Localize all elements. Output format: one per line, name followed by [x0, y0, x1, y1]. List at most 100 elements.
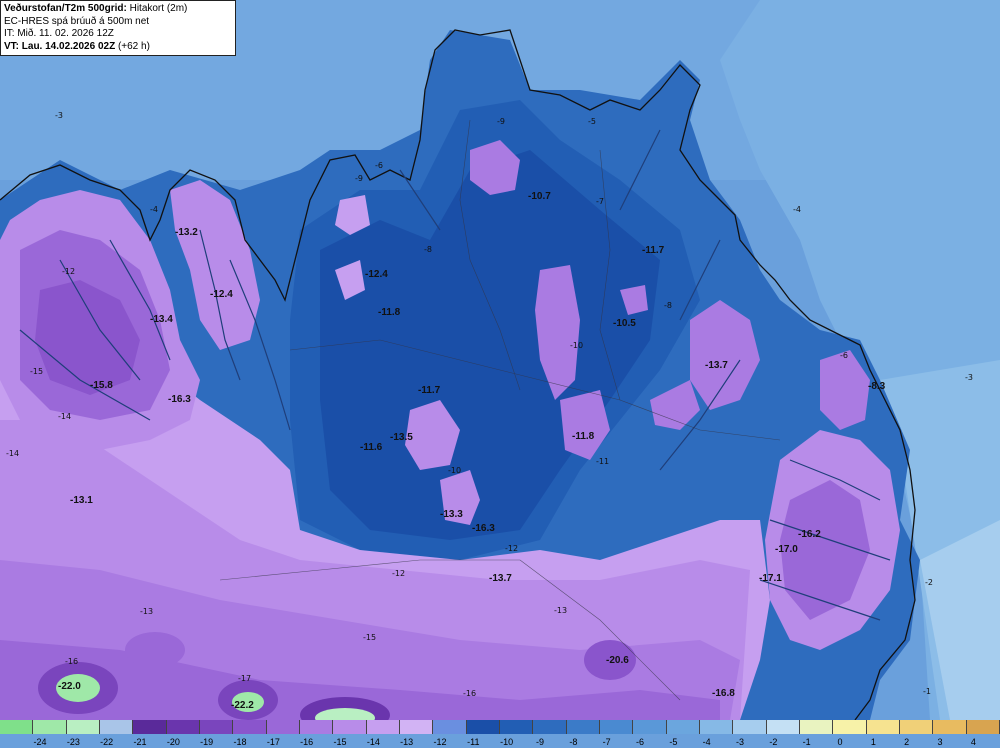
extreme-label: -13.5: [390, 432, 413, 443]
contour-label: -8: [424, 245, 432, 254]
extreme-label: -15.8: [90, 380, 113, 391]
legend-tick-label: -24: [33, 737, 47, 747]
contour-label: -10: [570, 341, 584, 350]
extreme-label: -11.8: [378, 307, 401, 318]
info-model: EC-HRES spá brúuð á 500m net: [4, 15, 150, 27]
contour-label: -12: [505, 544, 519, 553]
info-title: Veðurstofan/T2m 500grid: Hitakort (2m): [4, 3, 232, 16]
contour-label: -7: [596, 197, 604, 206]
extreme-label: -20.6: [606, 655, 629, 666]
legend-tick-label: -15: [333, 737, 347, 747]
color-legend: -24 -23 -22 -21 -20 -19 -18 -17 -16 -15 -14 -13 -12-…: [0, 720, 1000, 748]
legend-tick-label: -18: [233, 737, 247, 747]
contour-label: -13: [554, 606, 568, 615]
contour-label: -17: [238, 674, 252, 683]
legend-swatch: [700, 720, 734, 734]
contour-label: -5: [588, 117, 596, 126]
extreme-label: -16.3: [472, 523, 495, 534]
extreme-label: -13.2: [175, 227, 198, 238]
legend-swatch: [133, 720, 167, 734]
info-init-time: IT: Mið. 11. 02. 2026 12Z: [4, 28, 114, 39]
contour-label: -2: [925, 578, 933, 587]
info-title-rest: Hitakort (2m): [126, 3, 188, 14]
legend-swatch: [333, 720, 367, 734]
extreme-label: -11.8: [572, 431, 595, 442]
legend-tick-label: -19: [200, 737, 214, 747]
contour-label: -16: [463, 689, 477, 698]
legend-tick-label: -16: [300, 737, 314, 747]
legend-swatch: [500, 720, 534, 734]
contour-label: -4: [150, 205, 158, 214]
extreme-label: -22.2: [231, 700, 254, 711]
extreme-label: -10.7: [528, 191, 551, 202]
extreme-label: -13.4: [150, 314, 173, 325]
contour-label: -6: [840, 351, 848, 360]
legend-tick-label: -6: [635, 737, 645, 747]
extreme-label: -16.3: [168, 394, 191, 405]
legend-tick-label: 2: [904, 737, 910, 747]
extreme-label: -12.4: [365, 269, 388, 280]
legend-swatch: [866, 720, 900, 734]
legend-swatch: [800, 720, 834, 734]
legend-tick-label: -5: [669, 737, 678, 747]
legend-swatch: [233, 720, 267, 734]
contour-label: -10: [448, 466, 462, 475]
extreme-label: -11.7: [642, 245, 665, 256]
extreme-label: -13.7: [489, 573, 512, 584]
contour-label: -15: [30, 367, 44, 376]
legend-swatch: [433, 720, 467, 734]
legend-swatch: [166, 720, 200, 734]
legend-tick-label: 4: [970, 737, 976, 747]
legend-tick-label: -17: [266, 737, 280, 747]
contour-label: -13: [140, 607, 154, 616]
info-valid-rest: (+62 h): [115, 40, 150, 52]
legend-swatch: [733, 720, 767, 734]
legend-tick-label: -20: [166, 737, 180, 747]
legend-swatch: [0, 720, 34, 734]
extreme-label: -22.0: [58, 681, 81, 692]
extreme-label: -10.5: [613, 318, 636, 329]
legend-swatch: [833, 720, 867, 734]
info-title-bold: Veðurstofan/T2m 500grid:: [4, 3, 127, 14]
extreme-label: -17.0: [775, 544, 798, 555]
legend-swatch: [966, 720, 1000, 734]
legend-tick-label: -21: [133, 737, 147, 747]
legend-swatch: [100, 720, 134, 734]
legend-swatch: [466, 720, 500, 734]
legend-tick-label: -12: [433, 737, 447, 747]
info-valid-time: VT: Lau. 14.02.2026 02Z (+62 h): [4, 41, 232, 54]
extreme-label: -12.4: [210, 289, 233, 300]
legend-swatch: [566, 720, 600, 734]
legend-tick-label: 1: [870, 737, 876, 747]
legend-tick-label: -7: [602, 737, 611, 747]
legend-swatch: [400, 720, 434, 734]
contour-label: -3: [55, 111, 63, 120]
legend-tick-label: -8: [569, 737, 578, 747]
legend-swatch: [366, 720, 400, 734]
legend-swatch: [266, 720, 300, 734]
contour-label: -9: [497, 117, 505, 126]
legend-tick-label: 0: [837, 737, 843, 747]
legend-tick-label: -3: [735, 737, 745, 747]
legend-tick-label: -23: [66, 737, 80, 747]
contour-label: -4: [793, 205, 801, 214]
legend-tick-label: 3: [937, 737, 943, 747]
contour-label: -11: [596, 457, 610, 466]
extreme-label: -17.1: [759, 573, 782, 584]
legend-swatch: [600, 720, 634, 734]
temperature-map[interactable]: -3 -3 -4 -4 -5 -6 -6 -7 -8 -8 -9 -9 -10 …: [0, 0, 1000, 720]
extreme-label: -11.7: [418, 385, 441, 396]
legend-tick-label: -22: [100, 737, 114, 747]
legend-swatch: [900, 720, 934, 734]
legend-tick-label: -11: [467, 737, 480, 747]
legend-tick-label: -9: [535, 737, 545, 747]
contour-label: -3: [965, 373, 973, 382]
extreme-label: -11.6: [360, 442, 383, 453]
legend-swatch: [533, 720, 567, 734]
legend-swatch: [933, 720, 967, 734]
legend-swatch: [666, 720, 700, 734]
contour-label: -14: [6, 449, 20, 458]
extreme-label: -8.3: [868, 381, 886, 392]
contour-label: -14: [58, 412, 72, 421]
info-valid-bold: VT: Lau. 14.02.2026 02Z: [4, 40, 116, 52]
